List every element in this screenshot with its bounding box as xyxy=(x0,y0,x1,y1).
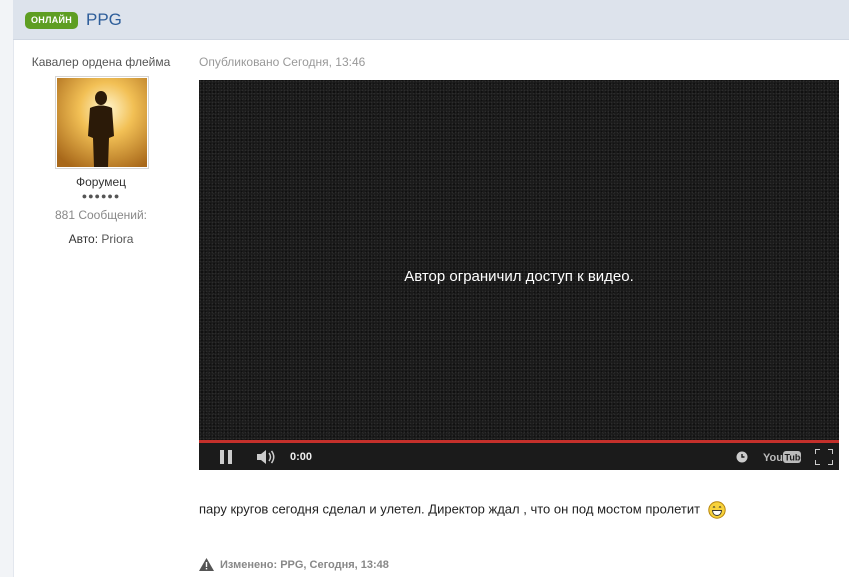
author-title: Кавалер ордена флейма xyxy=(31,55,171,69)
youtube-logo-button[interactable]: You Tube xyxy=(762,443,802,470)
post-date: Опубликовано Сегодня, 13:46 xyxy=(199,55,366,69)
svg-text:Tube: Tube xyxy=(785,452,802,462)
online-status-badge: ОНЛАЙН xyxy=(25,12,79,29)
rank-pips: ●●●●●● xyxy=(81,191,121,201)
volume-icon xyxy=(257,449,275,464)
video-message: Автор ограничил доступ к видео. xyxy=(404,268,634,285)
fullscreen-icon xyxy=(815,448,833,465)
svg-text:You: You xyxy=(763,452,783,464)
youtube-logo: You Tube xyxy=(763,450,801,464)
watch-later-icon xyxy=(736,451,748,462)
avatar-image xyxy=(57,78,147,167)
author-info-panel: Кавалер ордена флейма Форумец ●●●●●● 881… xyxy=(13,39,189,339)
video-time: 0:00 xyxy=(290,451,313,463)
pause-button[interactable] xyxy=(217,443,235,470)
volume-button[interactable] xyxy=(255,443,279,470)
post-header: ОНЛАЙН PPG xyxy=(13,0,849,40)
video-player[interactable]: Автор ограничил доступ к видео. 0:00 You… xyxy=(199,80,839,470)
post-text: пару кругов сегодня сделал и улетел. Дир… xyxy=(199,501,701,517)
avatar[interactable] xyxy=(55,76,149,169)
car-value: Priora xyxy=(101,232,134,246)
edit-note: Изменено: PPG, Сегодня, 13:48 xyxy=(199,558,389,571)
car-field: Авто: Priora xyxy=(13,232,189,246)
edit-note-text: Изменено: PPG, Сегодня, 13:48 xyxy=(220,558,389,571)
video-controls: 0:00 You Tube xyxy=(199,443,839,470)
left-rail xyxy=(0,0,14,577)
car-label: Авто: xyxy=(68,232,99,246)
posts-count: 881 Сообщений: xyxy=(54,208,148,222)
post-body: пару кругов сегодня сделал и улетел. Дир… xyxy=(199,501,726,519)
author-name-link[interactable]: PPG xyxy=(86,10,122,30)
pause-icon xyxy=(220,449,232,464)
warning-icon xyxy=(199,558,214,571)
member-rank: Форумец xyxy=(76,175,126,189)
fullscreen-button[interactable] xyxy=(813,443,835,470)
laughing-smiley-icon xyxy=(708,501,726,519)
watch-later-button[interactable] xyxy=(734,443,750,470)
